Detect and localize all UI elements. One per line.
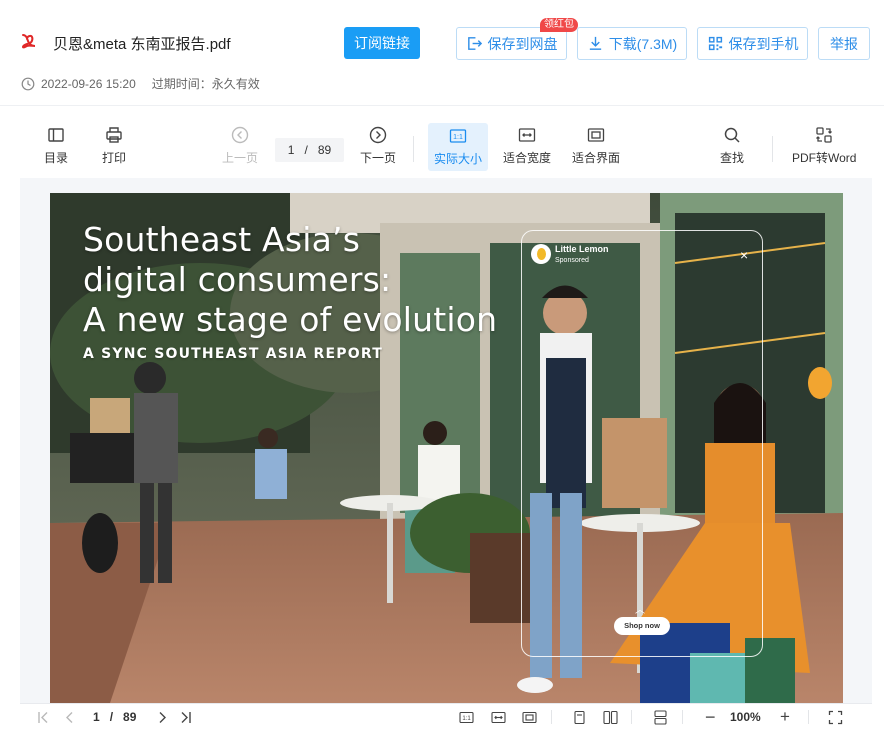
search-icon — [724, 127, 740, 143]
fit-width-small-icon — [491, 711, 506, 723]
svg-text:1:1: 1:1 — [462, 716, 471, 722]
subscribe-link-button[interactable]: 订阅链接 — [344, 27, 420, 59]
two-page-icon — [603, 710, 618, 724]
actual-size-button[interactable]: 1:1 实际大小 — [428, 123, 488, 171]
prev-page-label: 上一页 — [222, 151, 259, 165]
find-button[interactable]: 查找 — [720, 114, 744, 178]
convert-icon — [816, 127, 833, 143]
ad-sponsored-label: Sponsored — [555, 257, 589, 264]
toc-button[interactable]: 目录 — [44, 114, 68, 178]
next-page-button[interactable]: 下一页 — [360, 114, 396, 178]
page-indicator[interactable]: 1 / 89 — [275, 138, 344, 162]
last-page-button[interactable] — [178, 704, 193, 730]
print-label: 打印 — [102, 151, 127, 165]
cover-title: Southeast Asia’s digital consumers: A ne… — [83, 220, 498, 339]
fit-page-icon — [587, 128, 605, 142]
pdf-to-word-button[interactable]: PDF转Word — [792, 114, 856, 178]
zoom-level[interactable]: 100% — [730, 704, 761, 730]
zoom-out-button[interactable]: − — [705, 704, 716, 730]
fit-width-icon — [518, 128, 536, 142]
print-button[interactable]: 打印 — [102, 114, 126, 178]
last-page-icon — [181, 711, 191, 723]
bottom-page-indicator[interactable]: 1 / 89 — [93, 704, 136, 730]
fit-page-label: 适合界面 — [572, 151, 621, 165]
upload-date: 2022-09-26 15:20 — [41, 76, 136, 91]
download-icon — [589, 36, 601, 50]
expire-time: 过期时间：永久有效 — [151, 77, 260, 91]
save-to-phone-button[interactable]: 保存到手机 — [697, 27, 808, 60]
actual-size-small-icon: 1:1 — [459, 711, 474, 723]
two-page-view-button[interactable] — [603, 704, 618, 730]
fullscreen-button[interactable] — [828, 704, 843, 730]
toolbar-divider — [772, 136, 773, 162]
current-page: 1 — [287, 143, 295, 157]
bottom-page-separator: / — [109, 710, 114, 724]
pdf-icon — [21, 34, 36, 49]
fit-width-small-button[interactable] — [491, 704, 506, 730]
next-page-small-button[interactable] — [155, 704, 170, 730]
bottom-divider — [631, 710, 632, 724]
save-to-disk-icon — [467, 37, 482, 50]
actual-size-label: 实际大小 — [433, 152, 482, 166]
lemon-logo-icon — [531, 244, 551, 264]
svg-text:1:1: 1:1 — [453, 134, 463, 141]
printer-icon — [106, 127, 122, 143]
save-to-phone-label: 保存到手机 — [728, 35, 799, 52]
report-button[interactable]: 举报 — [818, 27, 870, 60]
single-page-icon — [574, 710, 585, 724]
ad-brand-name: Little Lemon — [555, 244, 609, 254]
pdf-page-1: Southeast Asia’s digital consumers: A ne… — [50, 193, 843, 703]
bottom-divider — [682, 710, 683, 724]
fit-page-button[interactable]: 适合界面 — [572, 114, 620, 178]
viewer-toolbar: 目录 打印 上一页 1 / 89 下一页 1:1 实际大小 适合宽度 适合界面 … — [0, 114, 884, 178]
actual-size-icon: 1:1 — [449, 129, 467, 143]
viewer-bottom-bar: 1 / 89 1:1 − 100% + — [20, 703, 872, 737]
total-pages: 89 — [317, 143, 332, 157]
find-label: 查找 — [720, 151, 745, 165]
qr-code-icon — [708, 36, 722, 51]
fit-page-small-icon — [522, 711, 537, 723]
bottom-divider — [808, 710, 809, 724]
fit-width-label: 适合宽度 — [503, 151, 552, 165]
save-to-disk-label: 保存到网盘 — [487, 35, 558, 52]
bottom-divider — [551, 710, 552, 724]
prev-page-small-button[interactable] — [62, 704, 77, 730]
first-page-icon — [38, 711, 48, 723]
bottom-current-page: 1 — [93, 710, 100, 724]
pdf-to-word-label: PDF转Word — [792, 151, 857, 165]
zoom-in-button[interactable]: + — [780, 704, 790, 730]
shop-now-button: Shop now — [614, 617, 670, 635]
actual-size-small-button[interactable]: 1:1 — [459, 704, 474, 730]
download-button[interactable]: 下载(7.3M) — [577, 27, 687, 60]
circle-left-icon — [231, 126, 249, 144]
single-page-view-button[interactable] — [572, 704, 587, 730]
toc-label: 目录 — [44, 151, 69, 165]
document-header: 贝恩&meta 东南亚报告.pdf 订阅链接 保存到网盘 领红包 下载(7.3M… — [0, 0, 884, 106]
chevron-left-icon — [66, 711, 73, 723]
file-meta: 2022-09-26 15:20 过期时间：永久有效 — [21, 75, 260, 92]
chevron-up-icon: ︿ — [635, 605, 645, 616]
next-page-label: 下一页 — [360, 151, 397, 165]
prev-page-button[interactable]: 上一页 — [222, 114, 258, 178]
document-viewport[interactable]: Southeast Asia’s digital consumers: A ne… — [20, 178, 872, 703]
fit-width-button[interactable]: 适合宽度 — [503, 114, 551, 178]
first-page-button[interactable] — [36, 704, 51, 730]
continuous-scroll-icon — [654, 709, 667, 725]
scroll-view-button[interactable] — [653, 704, 668, 730]
clock-icon — [21, 77, 35, 90]
page-separator: / — [304, 143, 308, 157]
close-icon: × — [740, 247, 749, 263]
file-title: 贝恩&meta 东南亚报告.pdf — [53, 36, 231, 53]
red-packet-badge[interactable]: 领红包 — [540, 18, 578, 32]
bottom-total-pages: 89 — [123, 710, 137, 724]
chevron-right-icon — [159, 711, 166, 723]
circle-right-icon — [369, 126, 387, 144]
fullscreen-icon — [828, 710, 843, 724]
toolbar-divider — [413, 136, 414, 162]
phone-ad-overlay: Little Lemon Sponsored × ︿ Shop now — [521, 230, 763, 657]
toc-icon — [48, 128, 64, 142]
download-label: 下载(7.3M) — [608, 35, 678, 52]
fit-page-small-button[interactable] — [522, 704, 537, 730]
cover-subtitle: A SYNC SOUTHEAST ASIA REPORT — [83, 346, 383, 362]
